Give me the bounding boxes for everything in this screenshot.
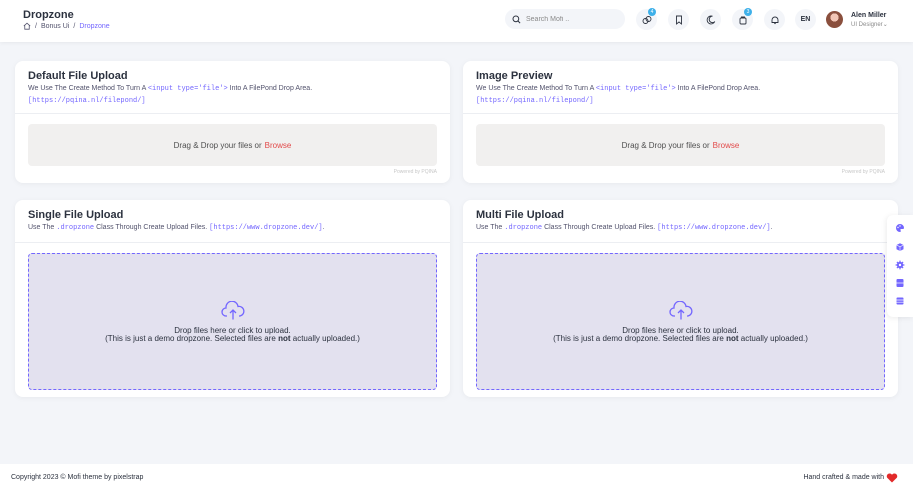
user-role[interactable]: UI Designer⌄ <box>851 21 888 28</box>
multi-file-upload-card: Multi File Upload Use The .dropzone Clas… <box>463 200 898 397</box>
page-title: Dropzone <box>23 9 74 21</box>
search-box[interactable] <box>505 9 625 29</box>
cloud-upload-icon <box>669 301 693 320</box>
breadcrumb: / Bonus Ui / Dropzone <box>23 22 110 30</box>
collection-button[interactable]: 4 <box>636 8 657 30</box>
heart-icon <box>886 473 898 483</box>
bell-icon <box>771 16 778 24</box>
bookmark-icon <box>675 15 682 25</box>
dropzone-area[interactable]: Drop files here or click to upload. (Thi… <box>28 253 437 390</box>
search-input[interactable] <box>526 15 616 23</box>
single-file-upload-card: Single File Upload Use The .dropzone Cla… <box>15 200 450 397</box>
crafted-text: Hand crafted & made with <box>803 474 884 481</box>
language-button[interactable]: EN <box>795 9 816 30</box>
dropzone-link[interactable]: [https://www.dropzone.dev/] <box>209 224 322 232</box>
collection-icon <box>642 15 651 24</box>
home-icon[interactable] <box>23 22 31 30</box>
card-title: Multi File Upload <box>476 209 564 221</box>
bookmark-button[interactable] <box>668 9 689 30</box>
cart-button[interactable]: 3 <box>732 8 753 30</box>
top-header: Dropzone / Bonus Ui / Dropzone 4 3 EN Al… <box>0 0 913 42</box>
bag-icon <box>739 16 746 24</box>
server-icon[interactable] <box>895 278 905 288</box>
powered-by-label[interactable]: Powered by PQINA <box>842 169 885 175</box>
filepond-drop-area[interactable]: Drag & Drop your files or Browse <box>476 124 885 166</box>
layers-icon[interactable] <box>895 296 905 306</box>
filepond-link[interactable]: [https://pqina.nl/filepond/] <box>28 97 146 105</box>
browse-link[interactable]: Browse <box>713 141 740 150</box>
card-description: Use The .dropzone Class Through Create U… <box>476 224 773 232</box>
chevron-down-icon: ⌄ <box>882 22 888 28</box>
browse-link[interactable]: Browse <box>265 141 292 150</box>
card-title: Single File Upload <box>28 209 124 221</box>
card-description: We Use The Create Method To Turn A <inpu… <box>476 85 761 93</box>
filepond-link[interactable]: [https://pqina.nl/filepond/] <box>476 97 594 105</box>
collection-badge: 4 <box>648 8 656 16</box>
card-title: Default File Upload <box>28 70 128 82</box>
avatar[interactable] <box>826 11 843 28</box>
footer: Copyright 2023 © Mofi theme by pixelstra… <box>0 464 913 492</box>
card-description: We Use The Create Method To Turn A <inpu… <box>28 85 313 93</box>
card-title: Image Preview <box>476 70 553 82</box>
breadcrumb-item-bonus-ui[interactable]: Bonus Ui <box>41 23 69 30</box>
notification-button[interactable] <box>764 9 785 30</box>
customizer-toolbar <box>887 215 913 317</box>
search-icon <box>512 14 521 23</box>
dropzone-note: (This is just a demo dropzone. Selected … <box>105 334 360 343</box>
palette-icon[interactable] <box>895 223 905 233</box>
filepond-drop-area[interactable]: Drag & Drop your files or Browse <box>28 124 437 166</box>
default-file-upload-card: Default File Upload We Use The Create Me… <box>15 61 450 183</box>
copyright-text: Copyright 2023 © Mofi theme by pixelstra… <box>11 474 144 481</box>
cart-badge: 3 <box>744 8 752 16</box>
gear-icon[interactable] <box>895 260 905 270</box>
powered-by-label[interactable]: Powered by PQINA <box>394 169 437 175</box>
card-description: Use The .dropzone Class Through Create U… <box>28 224 325 232</box>
moon-icon <box>706 15 715 24</box>
image-preview-card: Image Preview We Use The Create Method T… <box>463 61 898 183</box>
user-name[interactable]: Alen Miller <box>851 12 886 19</box>
dropzone-area[interactable]: Drop files here or click to upload. (Thi… <box>476 253 885 390</box>
dropzone-note: (This is just a demo dropzone. Selected … <box>553 334 808 343</box>
dropzone-link[interactable]: [https://www.dropzone.dev/] <box>657 224 770 232</box>
breadcrumb-item-dropzone: Dropzone <box>79 22 110 30</box>
box-icon[interactable] <box>895 242 905 252</box>
cloud-upload-icon <box>221 301 245 320</box>
dark-mode-button[interactable] <box>700 9 721 30</box>
